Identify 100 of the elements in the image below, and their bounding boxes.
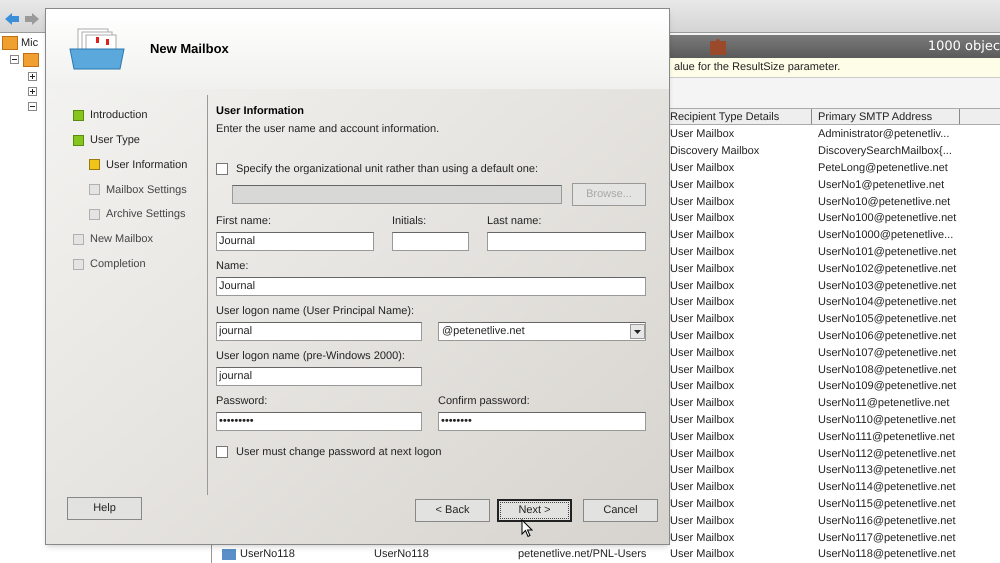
wizard-step[interactable]: User Type: [90, 132, 140, 148]
collapse-icon[interactable]: [28, 102, 37, 111]
table-cell: User Mailbox: [670, 246, 734, 258]
table-cell: DiscoverySearchMailbox{...: [818, 145, 952, 158]
expand-icon[interactable]: [28, 72, 37, 81]
name-field[interactable]: Journal: [216, 276, 646, 296]
table-cell: User Mailbox: [670, 514, 734, 527]
table-cell: User Mailbox: [670, 548, 734, 560]
table-cell: User Mailbox: [670, 178, 734, 191]
table-cell: User Mailbox: [670, 448, 734, 460]
wizard-step[interactable]: New Mailbox: [90, 231, 153, 248]
last-name-field[interactable]: [487, 232, 646, 250]
back-icon[interactable]: [4, 12, 20, 26]
table-cell: UserNo112@petenetlive.net: [818, 448, 956, 460]
table-cell: petenetlive.net/PNL-Users: [518, 548, 646, 560]
expand-icon[interactable]: [28, 87, 37, 96]
table-cell: User Mailbox: [670, 430, 734, 443]
table-cell: User Mailbox: [670, 481, 734, 494]
table-cell: UserNo109@petenetlive.net: [818, 380, 956, 392]
field-label: Confirm password:: [438, 394, 531, 408]
wizard-step[interactable]: Archive Settings: [106, 206, 186, 223]
table-cell: User Mailbox: [670, 212, 734, 224]
user-logon-name-field[interactable]: journal: [216, 322, 422, 340]
table-cell: User Mailbox: [670, 380, 734, 392]
wizard-step[interactable]: User Information: [106, 156, 188, 174]
field-label: User logon name (pre-Windows 2000):: [216, 348, 406, 362]
next-button[interactable]: Next >: [497, 499, 572, 522]
table-cell: User Mailbox: [670, 330, 734, 342]
field-label: First name:: [216, 214, 272, 228]
puzzle-icon: [708, 37, 728, 57]
table-cell: UserNo11@petenetlive.net: [818, 397, 950, 410]
table-cell: UserNo107@petenetlive.net: [818, 346, 956, 359]
domain-dropdown[interactable]: @petenetlive.net: [438, 322, 646, 340]
table-cell: User Mailbox: [670, 397, 734, 410]
table-cell: UserNo102@petenetlive.net: [818, 262, 956, 275]
table-cell: User Mailbox: [670, 296, 734, 308]
table-cell: User Mailbox: [670, 346, 734, 359]
field-label: Password:: [216, 394, 268, 408]
table-cell: UserNo103@petenetlive.net: [818, 280, 956, 292]
table-cell: User Mailbox: [670, 162, 734, 174]
organizational-unit-field[interactable]: [232, 184, 562, 204]
object-count: 1000 objec: [928, 38, 1000, 56]
wizard-step[interactable]: Completion: [90, 256, 146, 272]
table-cell: UserNo100@petenetlive.net: [818, 212, 956, 224]
dialog-title: New Mailbox: [150, 40, 229, 58]
table-cell: UserNo106@petenetlive.net: [818, 330, 956, 342]
section-title: User Information: [216, 104, 306, 119]
table-cell: User Mailbox: [670, 229, 734, 242]
table-cell: User Mailbox: [670, 196, 734, 208]
help-button[interactable]: Help: [67, 497, 142, 520]
field-label: Initials:: [392, 214, 428, 228]
cursor-icon: [521, 519, 533, 538]
field-label: User logon name (User Principal Name):: [216, 304, 416, 318]
table-cell: UserNo117@petenetlive.net: [818, 532, 956, 544]
column-header[interactable]: Primary SMTP Address: [812, 109, 960, 124]
wizard-step[interactable]: Introduction: [90, 107, 148, 124]
checkbox[interactable]: [216, 446, 228, 458]
checkbox-label: User must change password at next logon: [236, 444, 442, 460]
password-field[interactable]: •••••••••: [216, 412, 422, 430]
table-cell: UserNo10@petenetlive.net: [818, 196, 950, 208]
field-label: Name:: [216, 258, 250, 272]
wizard-step[interactable]: Mailbox Settings: [106, 182, 187, 198]
table-cell: UserNo110@petenetlive.net: [818, 414, 956, 426]
back-button[interactable]: < Back: [415, 499, 490, 522]
table-cell: UserNo104@petenetlive.net: [818, 296, 956, 308]
table-cell: User Mailbox: [670, 532, 734, 544]
table-cell: User Mailbox: [670, 262, 734, 275]
table-cell: UserNo111@petenetlive.net: [818, 430, 955, 443]
info-text: alue for the ResultSize parameter.: [674, 60, 840, 76]
mailbox-icon: [68, 27, 126, 71]
table-cell: Administrator@petenetliv...: [818, 128, 950, 140]
table-cell: UserNo113@petenetlive.net: [818, 464, 956, 476]
table-cell: UserNo115@petenetlive.net: [818, 498, 956, 510]
table-cell: UserNo114@petenetlive.net: [818, 481, 956, 494]
cancel-button[interactable]: Cancel: [583, 499, 658, 522]
pre-windows-logon-field[interactable]: journal: [216, 366, 422, 386]
table-cell: User Mailbox: [670, 128, 734, 140]
section-description: Enter the user name and account information.: [216, 122, 440, 136]
table-cell: UserNo118: [374, 548, 429, 560]
table-cell: UserNo1000@petenetlive...: [818, 229, 954, 242]
table-cell: PeteLong@petenetlive.net: [818, 162, 948, 174]
field-label: Last name:: [487, 214, 542, 228]
table-cell: UserNo116@petenetlive.net: [818, 514, 956, 527]
tree-item[interactable]: Mic: [21, 34, 38, 52]
table-cell: UserNo1@petenetlive.net: [818, 178, 944, 191]
checkbox[interactable]: [216, 163, 228, 176]
collapse-icon[interactable]: [10, 55, 19, 64]
table-cell: User Mailbox: [670, 313, 734, 326]
first-name-field[interactable]: Journal: [216, 232, 374, 250]
table-cell: UserNo118: [240, 548, 295, 560]
table-cell: User Mailbox: [670, 414, 734, 426]
confirm-password-field[interactable]: ••••••••: [438, 412, 646, 430]
table-cell: UserNo105@petenetlive.net: [818, 313, 956, 326]
table-cell: User Mailbox: [670, 498, 734, 510]
table-cell: UserNo108@petenetlive.net: [818, 364, 956, 376]
table-cell: UserNo101@petenetlive.net: [818, 246, 956, 258]
initials-field[interactable]: [392, 232, 469, 250]
table-cell: User Mailbox: [670, 464, 734, 476]
table-cell: User Mailbox: [670, 364, 734, 376]
checkbox-label: Specify the organizational unit rather than using a default one:: [236, 162, 538, 177]
